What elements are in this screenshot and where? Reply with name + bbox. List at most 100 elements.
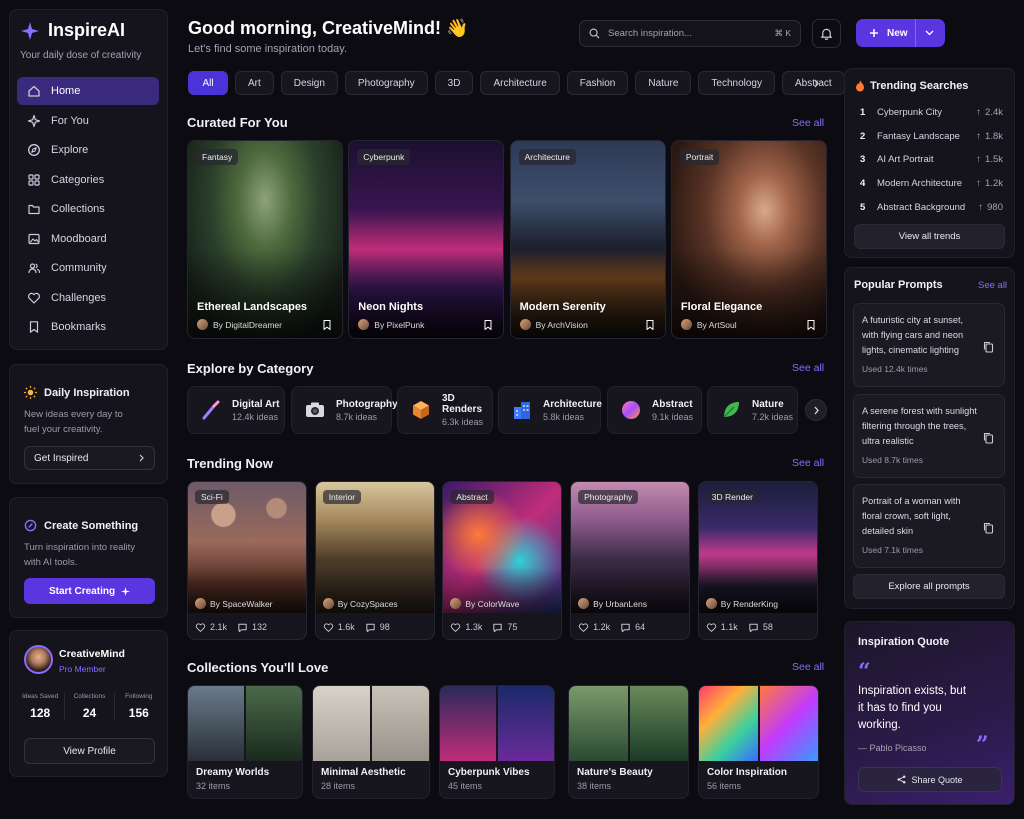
prompt-card[interactable]: Portrait of a woman with floral crown, s… <box>853 484 1005 568</box>
app-logo[interactable]: InspireAI <box>20 20 125 41</box>
bookmark-icon[interactable] <box>321 319 333 331</box>
prompt-card[interactable]: A futuristic city at sunset, with flying… <box>853 303 1005 387</box>
prompts-see-all-link[interactable]: See all <box>978 280 1007 291</box>
notifications-button[interactable] <box>812 19 841 48</box>
curated-see-all-link[interactable]: See all <box>792 117 824 129</box>
category-abstract[interactable]: Abstract 9.1k ideas <box>607 386 702 434</box>
copy-icon[interactable] <box>983 432 994 444</box>
category-next-button[interactable] <box>805 399 827 421</box>
bookmark-icon[interactable] <box>644 319 656 331</box>
sidebar-item-moodboard[interactable]: Moodboard <box>17 225 159 253</box>
share-quote-button[interactable]: Share Quote <box>858 767 1002 792</box>
category-architecture[interactable]: Architecture 5.8k ideas <box>498 386 602 434</box>
curated-card[interactable]: Architecture Modern Serenity By ArchVision <box>509 140 666 339</box>
new-button[interactable]: New <box>856 19 945 47</box>
collection-images <box>440 686 554 761</box>
avatar[interactable] <box>24 645 53 674</box>
sidebar-item-explore[interactable]: Explore <box>17 136 159 164</box>
chip-art[interactable]: Art <box>235 71 274 95</box>
sidebar-item-home[interactable]: Home <box>17 77 159 105</box>
trending-card[interactable]: Photography By UrbanLens 1.2k 64 <box>570 481 691 640</box>
trending-search-item[interactable]: 1 Cyberpunk City ↑ 2.4k <box>860 101 1003 125</box>
card-image: Interior By CozySpaces <box>315 482 434 613</box>
collections-see-all-link[interactable]: See all <box>792 661 824 673</box>
chip-3d[interactable]: 3D <box>434 71 474 95</box>
likes-stat[interactable]: 1.2k <box>578 622 610 633</box>
sidebar-item-collections[interactable]: Collections <box>17 195 159 223</box>
copy-icon[interactable] <box>983 341 994 353</box>
curated-card[interactable]: Fantasy Ethereal Landscapes By DigitalDrea… <box>187 140 343 339</box>
view-all-trends-button[interactable]: View all trends <box>854 224 1005 249</box>
category-3d-renders[interactable]: 3D Renders 6.3k ideas <box>397 386 493 434</box>
sidebar-item-challenges[interactable]: Challenges <box>17 284 159 312</box>
comments-stat[interactable]: 98 <box>365 622 390 633</box>
collection-card[interactable]: Cyberpunk Vibes 45 items <box>439 685 555 799</box>
chip-architecture[interactable]: Architecture <box>480 71 560 95</box>
trending-card[interactable]: Abstract By ColorWave 1.3k 75 <box>442 481 563 640</box>
category-see-all-link[interactable]: See all <box>792 362 824 374</box>
curated-card[interactable]: Portrait Floral Elegance By ArtSoul <box>670 140 827 339</box>
curated-card[interactable]: Cyberpunk Neon Nights By PixelPunk <box>348 140 505 339</box>
chip-fashion[interactable]: Fashion <box>566 71 629 95</box>
category-digital-art[interactable]: Digital Art 12.4k ideas <box>187 386 285 434</box>
likes-stat[interactable]: 1.3k <box>450 622 482 633</box>
card-stats: 2.1k 132 <box>188 613 306 639</box>
likes-stat[interactable]: 1.1k <box>706 622 738 633</box>
chevron-down-icon[interactable] <box>925 29 934 37</box>
trending-see-all-link[interactable]: See all <box>792 457 824 469</box>
collection-image <box>313 686 370 761</box>
bookmark-icon[interactable] <box>482 319 494 331</box>
sidebar-item-categories[interactable]: Categories <box>17 166 159 194</box>
start-creating-button[interactable]: Start Creating <box>24 578 155 604</box>
chip-technology[interactable]: Technology <box>698 71 775 95</box>
trending-search-item[interactable]: 3 AI Art Portrait ↑ 1.5k <box>860 148 1003 172</box>
collection-card[interactable]: Minimal Aesthetic 28 items <box>312 685 430 799</box>
heart-icon <box>27 291 41 305</box>
comments-count: 132 <box>252 622 268 632</box>
collection-card[interactable]: Color Inspiration 56 items <box>698 685 819 799</box>
explore-all-prompts-button[interactable]: Explore all prompts <box>853 574 1005 599</box>
comments-stat[interactable]: 58 <box>748 622 773 633</box>
chip-design[interactable]: Design <box>280 71 338 95</box>
trending-search-item[interactable]: 5 Abstract Background ↑ 980 <box>860 195 1003 219</box>
likes-stat[interactable]: 2.1k <box>195 622 227 633</box>
prompt-card[interactable]: A serene forest with sunlight filtering … <box>853 394 1005 478</box>
author-name: By UrbanLens <box>593 598 647 609</box>
author-name: By ColorWave <box>465 598 520 609</box>
get-inspired-button[interactable]: Get Inspired <box>24 446 155 470</box>
start-creating-label: Start Creating <box>48 585 116 597</box>
card-image: Abstract By ColorWave <box>443 482 562 613</box>
create-text-line1: Turn inspiration into reality <box>24 542 136 553</box>
daily-inspiration-card: Daily Inspiration New ideas every day to… <box>9 364 168 484</box>
category-photography[interactable]: Photography 8.7k ideas <box>291 386 398 434</box>
collection-image <box>498 686 554 761</box>
sidebar-item-bookmarks[interactable]: Bookmarks <box>17 313 159 341</box>
comments-stat[interactable]: 75 <box>492 622 517 633</box>
category-count: 7.2k ideas <box>752 411 794 422</box>
category-nature[interactable]: Nature 7.2k ideas <box>707 386 798 434</box>
trending-card[interactable]: Sci-Fi By SpaceWalker 2.1k 132 <box>187 481 307 640</box>
sidebar-item-community[interactable]: Community <box>17 254 159 282</box>
card-author: By ArtSoul <box>680 319 737 330</box>
trending-card[interactable]: 3D Render By RenderKing 1.1k 58 <box>697 481 818 640</box>
trending-card[interactable]: Interior By CozySpaces 1.6k 98 <box>314 481 435 640</box>
likes-stat[interactable]: 1.6k <box>323 622 355 633</box>
chip-photography[interactable]: Photography <box>344 71 428 95</box>
trending-search-item[interactable]: 2 Fantasy Landscape ↑ 1.8k <box>860 125 1003 149</box>
collection-card[interactable]: Dreamy Worlds 32 items <box>187 685 303 799</box>
comments-stat[interactable]: 64 <box>620 622 645 633</box>
bookmark-icon[interactable] <box>805 319 817 331</box>
comments-stat[interactable]: 132 <box>237 622 267 633</box>
collection-title: Minimal Aesthetic <box>321 767 406 778</box>
search-input[interactable]: Search inspiration... ⌘ K <box>579 20 801 47</box>
trending-search-item[interactable]: 4 Modern Architecture ↑ 1.2k <box>860 172 1003 196</box>
collection-image <box>246 686 302 761</box>
copy-icon[interactable] <box>983 522 994 534</box>
create-something-title: Create Something <box>44 519 139 532</box>
view-profile-button[interactable]: View Profile <box>24 738 155 764</box>
chip-nature[interactable]: Nature <box>635 71 692 95</box>
sidebar-item-for-you[interactable]: For You <box>17 107 159 135</box>
chips-next-button[interactable] <box>808 75 824 91</box>
collection-card[interactable]: Nature's Beauty 38 items <box>568 685 689 799</box>
chip-all[interactable]: All <box>188 71 228 95</box>
